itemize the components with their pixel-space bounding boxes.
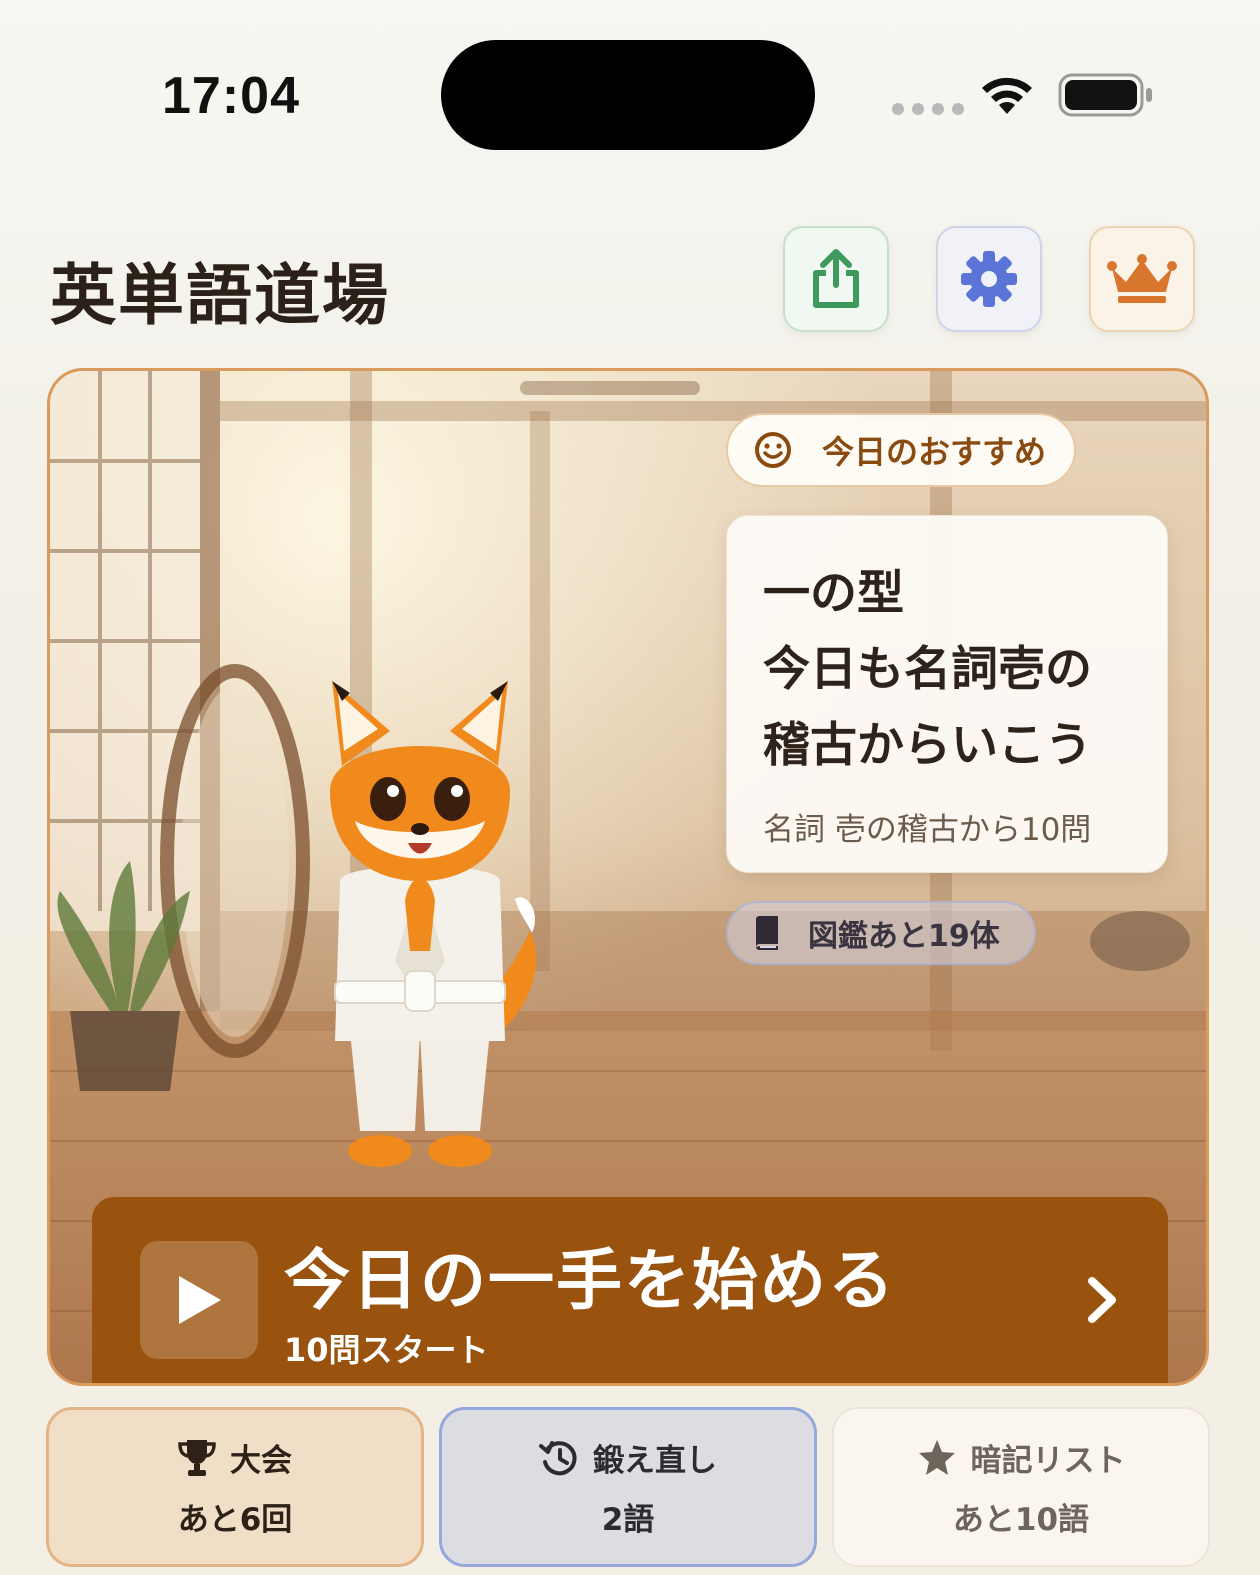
recommend-panel[interactable]: 一の型 今日も名詞壱の 稽古からいこう 名詞 壱の稽古から10問: [726, 515, 1168, 873]
memo-list-tile-label: 暗記リスト: [970, 1443, 1126, 1479]
zukan-chip-label: 図鑑あと19体: [808, 919, 1000, 954]
retrain-tile[interactable]: 鍛え直し 2語: [439, 1407, 817, 1567]
battery-icon: [1058, 73, 1152, 117]
tournament-tile[interactable]: 大会 あと6回: [46, 1407, 424, 1567]
share-icon: [813, 249, 859, 308]
memo-list-tile-value: あと10語: [952, 1502, 1090, 1538]
premium-button[interactable]: [1089, 226, 1195, 332]
history-icon: [539, 1440, 577, 1475]
gear-icon: [961, 251, 1017, 307]
smile-icon: [755, 432, 791, 468]
tournament-tile-label: 大会: [230, 1443, 292, 1479]
star-icon: [918, 1439, 955, 1475]
chevron-right-icon: [1088, 1277, 1116, 1323]
zukan-chip[interactable]: 図鑑あと19体: [726, 901, 1036, 965]
settings-button[interactable]: [936, 226, 1042, 332]
fox-mascot: [330, 681, 537, 1167]
start-button-subtitle: 10問スタート: [284, 1331, 489, 1369]
start-today-button[interactable]: 今日の一手を始める 10問スタート: [92, 1197, 1168, 1383]
dynamic-island: [441, 40, 815, 150]
app-title: 英単語道場: [50, 256, 390, 334]
status-time: 17:04: [162, 67, 300, 125]
recommend-subtext: 名詞 壱の稽古から10問: [763, 812, 1092, 848]
retrain-tile-label: 鍛え直し: [593, 1443, 717, 1479]
play-icon-box: [140, 1241, 258, 1359]
wifi-icon: [982, 77, 1032, 114]
hero-card: 今日のおすすめ 一の型 今日も名詞壱の 稽古からいこう 名詞 壱の稽古から10問…: [47, 368, 1209, 1386]
recommend-chip-label: 今日のおすすめ: [822, 433, 1047, 471]
trophy-icon: [178, 1439, 216, 1476]
recommend-headline: 一の型 今日も名詞壱の 稽古からいこう: [763, 566, 1092, 773]
play-icon: [179, 1276, 221, 1324]
crown-icon: [1107, 254, 1177, 303]
share-button[interactable]: [783, 226, 889, 332]
memo-list-tile[interactable]: 暗記リスト あと10語: [832, 1407, 1210, 1567]
cellular-signal-icon: [892, 103, 964, 115]
retrain-tile-value: 2語: [601, 1502, 655, 1538]
recommend-chip[interactable]: 今日のおすすめ: [726, 413, 1076, 487]
start-button-title: 今日の一手を始める: [284, 1241, 896, 1319]
tournament-tile-value: あと6回: [177, 1502, 293, 1538]
book-icon: [756, 916, 778, 950]
